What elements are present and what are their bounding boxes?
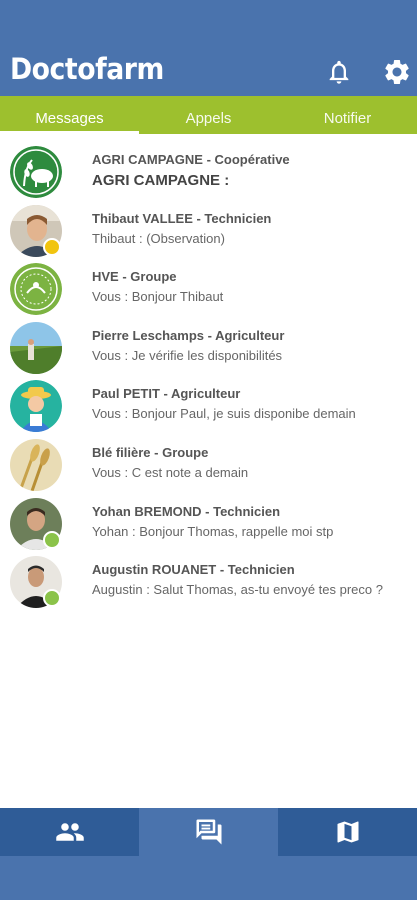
- last-message: Vous : Bonjour Thibaut: [92, 289, 224, 305]
- last-message: Vous : Je vérifie les disponibilités: [92, 347, 283, 363]
- conversation-list: AGRI CAMPAGNE - Coopérative AGRI CAMPAGN…: [0, 140, 417, 609]
- avatar-farmer-illustration: [10, 380, 62, 433]
- last-message: Vous : Bonjour Paul, je suis disponibe d…: [92, 406, 356, 422]
- chat-icon: [196, 819, 221, 845]
- app-bar: Doctofarm: [0, 0, 417, 96]
- contact-name: Thibaut VALLEE - Technicien: [92, 210, 272, 226]
- system-nav-area: [0, 856, 417, 900]
- status-away-badge: [43, 237, 61, 256]
- bottom-nav: [0, 808, 417, 856]
- conversation-row[interactable]: AGRI CAMPAGNE - Coopérative AGRI CAMPAGN…: [0, 140, 417, 199]
- contact-name: Paul PETIT - Agriculteur: [92, 386, 241, 402]
- tab-messages[interactable]: Messages: [0, 96, 139, 134]
- last-message: Vous : C est note a demain: [92, 464, 249, 480]
- conversation-row[interactable]: Paul PETIT - Agriculteur Vous : Bonjour …: [0, 374, 417, 433]
- status-online-badge: [43, 589, 61, 608]
- avatar-wheat-photo: [10, 438, 62, 491]
- conversation-row[interactable]: Blé filière - Groupe Vous : C est note a…: [0, 433, 417, 492]
- contact-name: AGRI CAMPAGNE - Coopérative: [92, 152, 290, 167]
- conversation-row[interactable]: Thibaut VALLEE - Technicien Thibaut : (O…: [0, 199, 417, 258]
- contacts-icon: [55, 823, 84, 841]
- avatar-cooperative-logo: [10, 146, 62, 198]
- last-message: AGRI CAMPAGNE :: [92, 172, 230, 189]
- nav-map-button[interactable]: [278, 808, 417, 856]
- contact-name: Blé filière - Groupe: [92, 444, 209, 460]
- bell-icon[interactable]: [325, 58, 353, 86]
- last-message: Yohan : Bonjour Thomas, rappelle moi stp: [92, 523, 334, 539]
- conversation-row[interactable]: Yohan BREMOND - Technicien Yohan : Bonjo…: [0, 492, 417, 551]
- conversation-row[interactable]: Augustin ROUANET - Technicien Augustin :…: [0, 550, 417, 609]
- nav-contacts-button[interactable]: [0, 808, 139, 856]
- tab-bar: Messages Appels Notifier: [0, 96, 417, 134]
- tab-notifier[interactable]: Notifier: [278, 96, 417, 134]
- avatar-field-photo: [10, 321, 62, 374]
- conversation-row[interactable]: HVE - Groupe Vous : Bonjour Thibaut: [0, 257, 417, 316]
- gear-icon[interactable]: [382, 57, 412, 87]
- avatar-hve-logo: [10, 263, 62, 316]
- contact-name: HVE - Groupe: [92, 269, 177, 285]
- nav-chat-button[interactable]: [139, 808, 278, 856]
- contact-name: Yohan BREMOND - Technicien: [92, 503, 281, 519]
- last-message: Thibaut : (Observation): [92, 230, 225, 246]
- conversation-row[interactable]: Pierre Leschamps - Agriculteur Vous : Je…: [0, 316, 417, 375]
- contact-name: Pierre Leschamps - Agriculteur: [92, 327, 285, 343]
- last-message: Augustin : Salut Thomas, as-tu envoyé te…: [92, 582, 383, 598]
- status-online-badge: [43, 530, 61, 549]
- app-title: Doctofarm: [10, 52, 164, 86]
- tab-appels[interactable]: Appels: [139, 96, 278, 134]
- map-icon: [337, 821, 358, 843]
- contact-name: Augustin ROUANET - Technicien: [92, 562, 295, 578]
